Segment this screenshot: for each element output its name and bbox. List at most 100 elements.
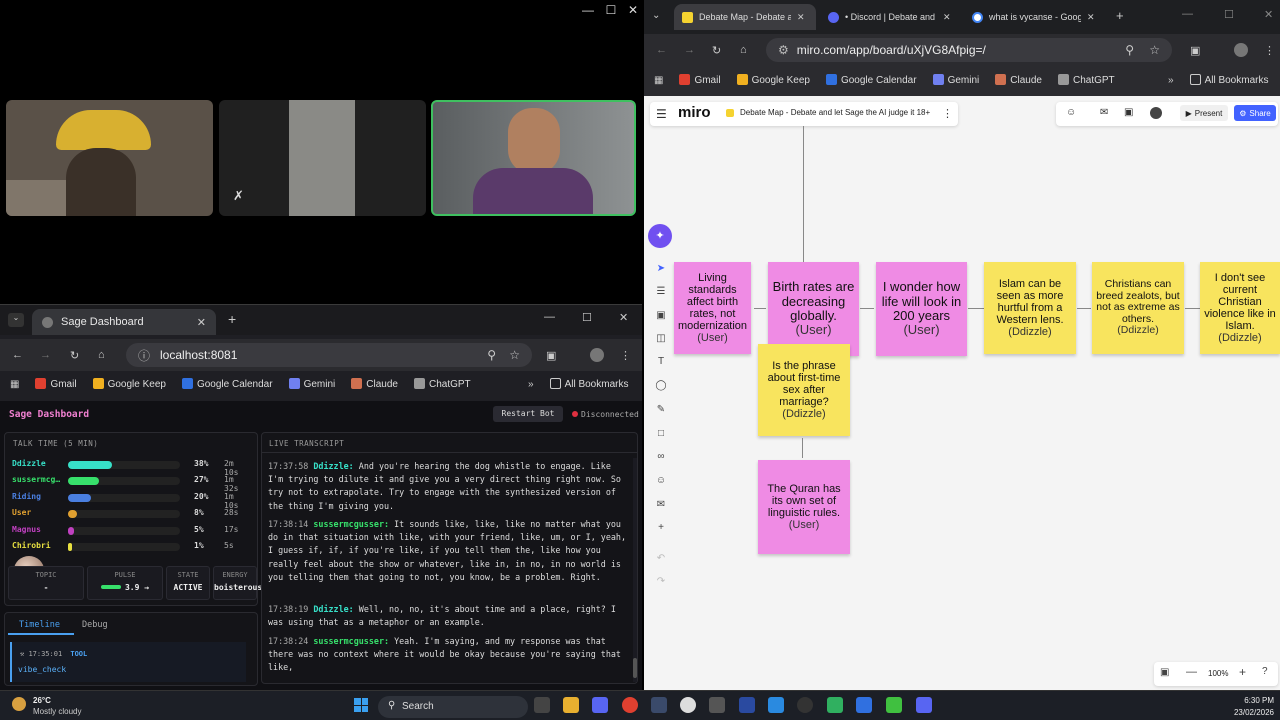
ai-assist-icon[interactable]: ✦ xyxy=(648,224,672,248)
new-tab-icon[interactable]: + xyxy=(228,311,236,327)
restart-bot-button[interactable]: Restart Bot xyxy=(493,406,563,422)
select-tool-icon[interactable]: ➤ xyxy=(654,262,668,276)
discord-icon[interactable] xyxy=(592,697,608,713)
discord-icon-2[interactable] xyxy=(916,697,932,713)
share-button[interactable]: ⚙ Share xyxy=(1234,105,1276,121)
bookmark-gmail[interactable]: Gmail xyxy=(679,74,721,86)
maximize-icon[interactable]: ☐ xyxy=(582,311,592,324)
steam-icon[interactable] xyxy=(651,697,667,713)
chevron-right-icon[interactable]: » xyxy=(1168,75,1174,86)
terminal-icon[interactable] xyxy=(709,697,725,713)
sticky-note[interactable]: Is the phrase about first-time sex after… xyxy=(758,344,850,436)
sticky-note[interactable]: Christians can breed zealots, but not as… xyxy=(1092,262,1184,354)
miro-url-input[interactable]: ⚙ miro.com/app/board/uXjVG8Afpig=/ ⚲ ☆ xyxy=(766,38,1172,62)
powershell-icon[interactable] xyxy=(739,697,755,713)
minimize-icon[interactable]: — xyxy=(1182,8,1193,20)
obs-icon[interactable] xyxy=(797,697,813,713)
help-icon[interactable]: ? xyxy=(1262,666,1268,677)
tab-debug[interactable]: Debug xyxy=(82,620,108,630)
windows-start-icon[interactable] xyxy=(354,698,368,712)
maximize-icon[interactable]: ☐ xyxy=(601,2,621,18)
new-tab-icon[interactable]: + xyxy=(1116,8,1124,23)
back-icon[interactable]: ← xyxy=(656,44,667,56)
apps-grid-icon[interactable]: ▦ xyxy=(10,379,19,390)
frame-icon[interactable]: ▣ xyxy=(654,309,668,323)
tab-search-icon[interactable]: ⌄ xyxy=(8,313,24,327)
back-icon[interactable]: ← xyxy=(12,349,23,361)
menu-kebab-icon[interactable]: ⋮ xyxy=(620,349,631,362)
shapes-icon[interactable]: ◯ xyxy=(654,379,668,393)
zoom-out-icon[interactable]: — xyxy=(1186,666,1197,678)
crop-icon[interactable]: □ xyxy=(654,427,668,441)
bookmark-claude[interactable]: Claude xyxy=(351,378,398,390)
minimize-icon[interactable]: — xyxy=(544,311,555,323)
sticky-note[interactable]: I wonder how life will look in 200 years… xyxy=(876,262,967,356)
profile-avatar[interactable] xyxy=(590,348,604,362)
zoom-icon[interactable]: ⚲ xyxy=(1125,43,1134,57)
sticky-note[interactable]: Birth rates are decreasing globally. (Use… xyxy=(768,262,859,356)
sticky-note[interactable]: Islam can be seen as more hurtful from a… xyxy=(984,262,1076,354)
close-tab-icon[interactable]: ✕ xyxy=(1087,12,1095,23)
sticky-note[interactable]: The Quran has its own set of linguistic … xyxy=(758,460,850,554)
close-tab-icon[interactable]: ✕ xyxy=(197,316,206,329)
minimize-icon[interactable]: — xyxy=(578,2,598,18)
undo-icon[interactable]: ↶ xyxy=(654,552,668,566)
weather-icon[interactable] xyxy=(12,697,26,711)
emoji-icon[interactable]: ☺ xyxy=(654,474,668,488)
app-icon-3[interactable] xyxy=(886,697,902,713)
chevron-right-icon[interactable]: » xyxy=(528,379,534,390)
zoom-icon[interactable]: ⚲ xyxy=(487,348,496,362)
text-icon[interactable]: T xyxy=(654,355,668,369)
video-tile-3-active[interactable] xyxy=(431,100,636,216)
profile-avatar[interactable] xyxy=(1234,43,1248,57)
bookmark-keep[interactable]: Google Keep xyxy=(92,378,166,390)
zoom-level[interactable]: 100% xyxy=(1208,669,1228,678)
miro-tab-active[interactable]: Debate Map - Debate an ✕ xyxy=(674,4,816,30)
present-button[interactable]: ▶ Present xyxy=(1180,105,1228,121)
bookmark-chatgpt[interactable]: ChatGPT xyxy=(413,378,471,390)
menu-hamburger-icon[interactable]: ☰ xyxy=(656,107,667,121)
close-icon[interactable]: ✕ xyxy=(623,2,643,18)
extensions-icon[interactable]: ▣ xyxy=(546,349,556,362)
bookmark-chatgpt[interactable]: ChatGPT xyxy=(1057,74,1115,86)
comment-tool-icon[interactable]: ✉ xyxy=(654,498,668,512)
all-bookmarks[interactable]: All Bookmarks xyxy=(1189,74,1268,86)
template-icon[interactable]: ☰ xyxy=(654,285,668,299)
bookmark-gemini[interactable]: Gemini xyxy=(288,378,335,390)
fit-screen-icon[interactable]: ▣ xyxy=(1160,667,1169,678)
task-view-icon[interactable] xyxy=(534,697,550,713)
chrome-icon[interactable] xyxy=(622,697,638,713)
home-icon[interactable]: ⌂ xyxy=(98,349,105,361)
apps-grid-icon[interactable]: ▦ xyxy=(654,75,663,86)
sticky-note[interactable]: Living standards affect birth rates, not… xyxy=(674,262,751,354)
bookmark-calendar[interactable]: Google Calendar xyxy=(825,74,917,86)
zoom-in-icon[interactable]: + xyxy=(1239,665,1246,679)
video-tile-2[interactable]: ✗ xyxy=(219,100,426,216)
clock-time[interactable]: 6:30 PM xyxy=(1222,696,1274,705)
google-tab[interactable]: what is vycanse - Googl ✕ xyxy=(964,4,1104,30)
reload-icon[interactable]: ↻ xyxy=(712,44,721,57)
close-icon[interactable]: ✕ xyxy=(1264,8,1273,21)
more-tools-icon[interactable]: + xyxy=(654,521,668,535)
all-bookmarks[interactable]: All Bookmarks xyxy=(549,378,628,390)
app-icon-2[interactable] xyxy=(827,697,843,713)
sticky-note[interactable]: I don't see current Christian violence l… xyxy=(1200,262,1280,354)
close-tab-icon[interactable]: ✕ xyxy=(943,12,951,23)
notes-icon[interactable] xyxy=(856,697,872,713)
close-tab-icon[interactable]: ✕ xyxy=(797,12,805,23)
url-input[interactable]: ⓘ localhost:8081 ⚲ ☆ xyxy=(126,343,532,367)
app-icon[interactable] xyxy=(680,697,696,713)
board-kebab-icon[interactable]: ⋮ xyxy=(942,107,953,120)
reload-icon[interactable]: ↻ xyxy=(70,349,79,362)
tab-search-icon[interactable]: ⌄ xyxy=(652,10,660,21)
scrollbar[interactable] xyxy=(633,458,637,682)
video-tile-1[interactable] xyxy=(6,100,213,216)
discord-tab[interactable]: • Discord | Debate and l ✕ xyxy=(820,4,960,30)
timeline-item[interactable] xyxy=(10,642,246,682)
scrollbar-thumb[interactable] xyxy=(633,658,637,678)
close-icon[interactable]: ✕ xyxy=(619,311,628,324)
home-icon[interactable]: ⌂ xyxy=(740,44,747,56)
menu-kebab-icon[interactable]: ⋮ xyxy=(1264,44,1275,57)
tab-sage-dashboard[interactable]: Sage Dashboard ✕ xyxy=(32,309,216,335)
sticky-note-icon[interactable]: ◫ xyxy=(654,332,668,346)
